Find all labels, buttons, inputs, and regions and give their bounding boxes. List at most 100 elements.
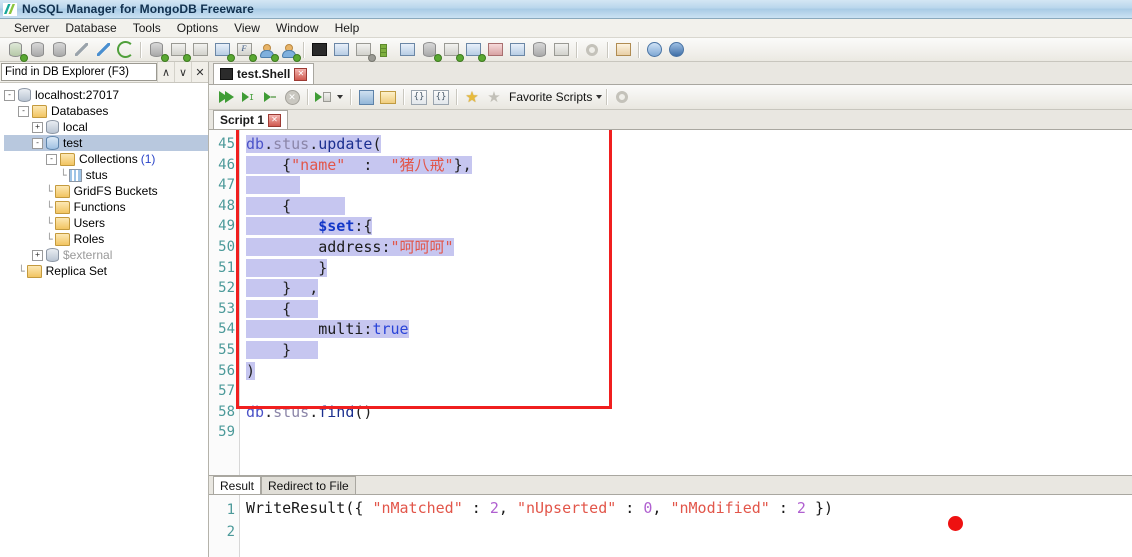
expand-icon[interactable]: + bbox=[32, 121, 43, 133]
shell-icon[interactable] bbox=[308, 40, 330, 60]
tree-item-localhost-27017[interactable]: - localhost:27017 bbox=[4, 87, 208, 103]
connect-icon[interactable] bbox=[4, 40, 28, 62]
collapse-icon[interactable]: - bbox=[32, 137, 43, 149]
code-line[interactable] bbox=[240, 381, 1132, 402]
tree-item-stus[interactable]: └ stus bbox=[4, 167, 208, 183]
open-icon[interactable] bbox=[377, 87, 399, 107]
code-line[interactable]: db.stus.find() bbox=[240, 402, 1132, 423]
collapse-icon[interactable]: - bbox=[46, 153, 57, 165]
close-icon[interactable]: ✕ bbox=[294, 67, 308, 81]
code-line[interactable] bbox=[240, 422, 1132, 443]
tab-script-1[interactable]: Script 1 ✕ bbox=[213, 110, 289, 129]
grid-icon[interactable] bbox=[550, 40, 572, 60]
tree-item-databases[interactable]: - Databases bbox=[4, 103, 208, 119]
menu-item-tools[interactable]: Tools bbox=[125, 20, 169, 36]
tree-item-replica-set[interactable]: └ Replica Set bbox=[4, 263, 208, 279]
run-all-icon[interactable] bbox=[215, 87, 237, 107]
code-line[interactable]: {"name" : "猪八戒"}, bbox=[240, 155, 1132, 176]
new-collection-icon[interactable] bbox=[167, 40, 191, 62]
new-document-icon[interactable] bbox=[211, 40, 235, 62]
transfer-icon[interactable] bbox=[506, 40, 528, 60]
statistics-icon[interactable] bbox=[528, 40, 550, 60]
format-icon[interactable]: {} bbox=[408, 87, 430, 107]
code-line[interactable]: ) bbox=[240, 361, 1132, 382]
edit-connection-icon[interactable] bbox=[70, 40, 92, 60]
help-icon[interactable] bbox=[643, 40, 665, 60]
tree-item-gridfs-buckets[interactable]: └ GridFS Buckets bbox=[4, 183, 208, 199]
result-line[interactable]: WriteResult({ "nMatched" : 2, "nUpserted… bbox=[240, 497, 1132, 519]
aggregation-icon[interactable] bbox=[352, 40, 376, 62]
code-line[interactable]: db.stus.update( bbox=[240, 134, 1132, 155]
code-line[interactable]: } , bbox=[240, 278, 1132, 299]
find-next-button[interactable]: ∨ bbox=[174, 62, 191, 82]
new-user-icon[interactable] bbox=[255, 40, 279, 62]
collapse-icon[interactable]: - bbox=[4, 89, 15, 101]
disconnect-icon[interactable] bbox=[26, 40, 48, 60]
duplicate-icon[interactable] bbox=[396, 40, 418, 60]
new-database-icon[interactable] bbox=[145, 40, 169, 62]
run-to-cursor-icon[interactable] bbox=[259, 87, 281, 107]
unformat-icon[interactable]: {} bbox=[430, 87, 452, 107]
collapse-icon[interactable]: - bbox=[18, 105, 29, 117]
restore-icon[interactable] bbox=[484, 40, 506, 60]
new-function-icon[interactable]: F bbox=[233, 40, 257, 62]
code-line[interactable]: address:"呵呵呵" bbox=[240, 237, 1132, 258]
backup-icon[interactable] bbox=[462, 40, 486, 62]
about-icon[interactable] bbox=[665, 40, 687, 60]
run-current-icon[interactable]: I bbox=[237, 87, 259, 107]
menu-item-help[interactable]: Help bbox=[327, 20, 368, 36]
save-icon[interactable] bbox=[355, 87, 377, 107]
menu-item-database[interactable]: Database bbox=[57, 20, 124, 36]
settings-gear-icon[interactable] bbox=[611, 87, 633, 107]
index-manager-icon[interactable] bbox=[374, 40, 396, 60]
code-line[interactable]: $set:{ bbox=[240, 216, 1132, 237]
tab-redirect-to-file[interactable]: Redirect to File bbox=[261, 476, 356, 494]
tree-item-functions[interactable]: └ Functions bbox=[4, 199, 208, 215]
refresh-icon[interactable] bbox=[114, 40, 136, 60]
home-icon[interactable] bbox=[612, 40, 634, 60]
result-line[interactable] bbox=[240, 519, 1132, 541]
tab-test-shell[interactable]: test.Shell ✕ bbox=[213, 63, 315, 84]
query-builder-icon[interactable] bbox=[330, 40, 352, 60]
db-explorer-tree[interactable]: - localhost:27017- Databases + local - test - Co… bbox=[0, 83, 208, 557]
result-output[interactable]: WriteResult({ "nMatched" : 2, "nUpserted… bbox=[240, 495, 1132, 557]
export-icon[interactable] bbox=[440, 40, 464, 62]
tree-item-external[interactable]: + $external bbox=[4, 247, 208, 263]
code-line[interactable]: multi:true bbox=[240, 319, 1132, 340]
tab-result[interactable]: Result bbox=[213, 476, 262, 494]
run-mode-icon[interactable] bbox=[312, 87, 334, 107]
code-line[interactable] bbox=[240, 175, 1132, 196]
code-line[interactable]: { bbox=[240, 299, 1132, 320]
expand-icon[interactable]: + bbox=[32, 249, 43, 261]
tree-item-test[interactable]: - test bbox=[4, 135, 208, 151]
add-favorite-star-icon[interactable]: ★ bbox=[461, 87, 483, 107]
import-icon[interactable] bbox=[418, 40, 442, 62]
menu-item-options[interactable]: Options bbox=[169, 20, 226, 36]
code-editor[interactable]: 45 46 47 48 49 50 51 52 53 54 55 56 57 58 59 db.stus.u… bbox=[209, 130, 1132, 475]
find-close-button[interactable]: ✕ bbox=[191, 62, 208, 82]
new-connection-icon[interactable] bbox=[92, 40, 114, 60]
find-prev-button[interactable]: ∧ bbox=[157, 62, 174, 82]
code-token bbox=[291, 299, 319, 318]
drop-collection-icon[interactable] bbox=[189, 40, 211, 60]
disconnect-all-icon[interactable] bbox=[48, 40, 70, 60]
close-icon[interactable]: ✕ bbox=[268, 113, 282, 127]
new-role-icon[interactable] bbox=[277, 40, 301, 62]
tree-item-local[interactable]: + local bbox=[4, 119, 208, 135]
menu-item-view[interactable]: View bbox=[226, 20, 268, 36]
menu-item-server[interactable]: Server bbox=[6, 20, 57, 36]
code-line[interactable]: } bbox=[240, 340, 1132, 361]
run-mode-dropdown-icon[interactable] bbox=[334, 87, 346, 107]
tree-item-collections[interactable]: - Collections (1) bbox=[4, 151, 208, 167]
options-gear-icon[interactable] bbox=[581, 40, 603, 60]
tree-item-users[interactable]: └ Users bbox=[4, 215, 208, 231]
remove-favorite-star-icon[interactable]: ★ bbox=[483, 87, 505, 107]
favorite-scripts-button[interactable]: Favorite Scripts bbox=[505, 90, 603, 104]
code-line[interactable]: } bbox=[240, 258, 1132, 279]
stop-icon[interactable]: ✕ bbox=[281, 87, 303, 107]
editor-code-area[interactable]: db.stus.update( {"name" : "猪八戒"}, { $set… bbox=[240, 130, 1132, 475]
code-line[interactable]: { bbox=[240, 196, 1132, 217]
tree-item-roles[interactable]: └ Roles bbox=[4, 231, 208, 247]
find-input[interactable]: Find in DB Explorer (F3) bbox=[1, 63, 157, 81]
menu-item-window[interactable]: Window bbox=[268, 20, 327, 36]
